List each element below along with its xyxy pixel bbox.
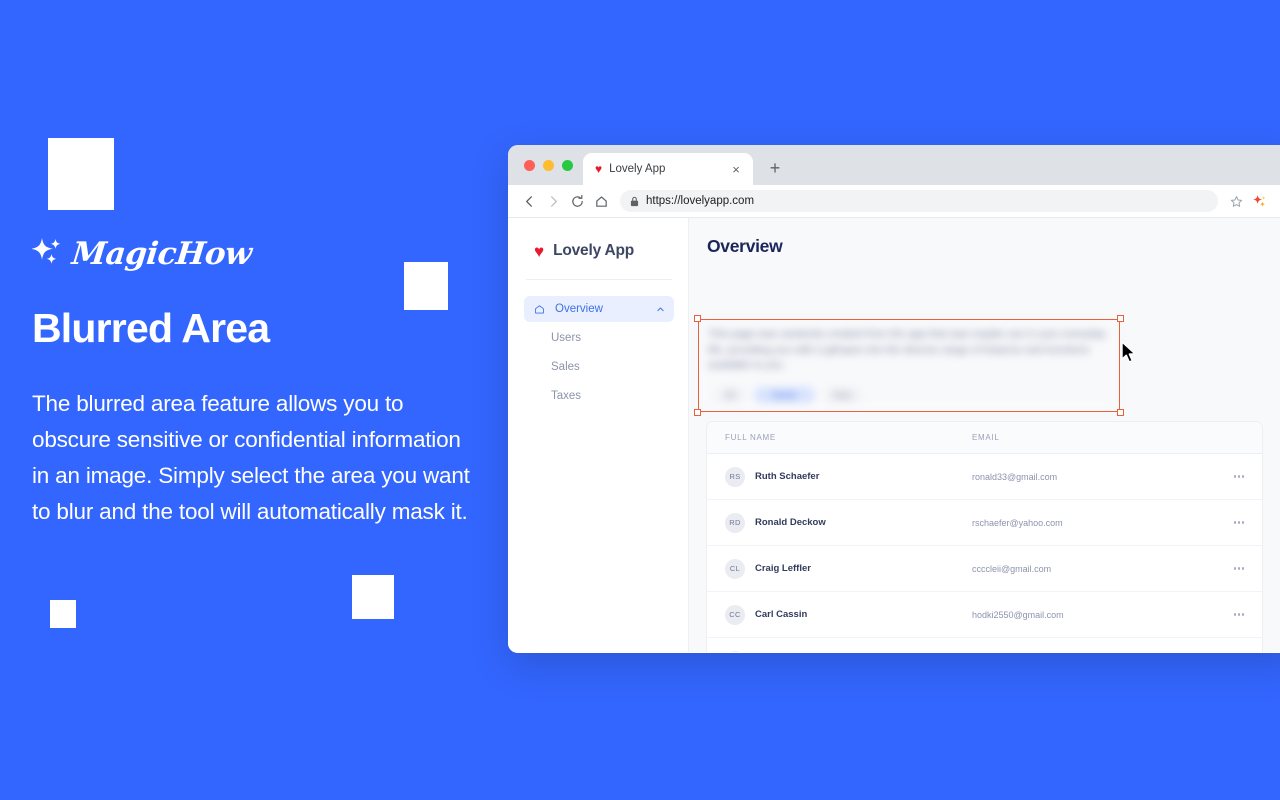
reload-icon[interactable]: [566, 190, 588, 212]
main-content: Overview This page was randomly created …: [689, 218, 1280, 652]
more-options-icon[interactable]: [1228, 613, 1244, 616]
users-table: FULL NAME EMAIL RS Ruth Schaefer ronald3…: [706, 421, 1263, 652]
column-header-full-name: FULL NAME: [725, 433, 776, 442]
cell-email: rschaefer@yahoo.com: [972, 517, 1063, 528]
column-header-email: EMAIL: [972, 433, 1000, 442]
sidebar-item-overview[interactable]: Overview: [524, 296, 674, 322]
table-header-row: FULL NAME EMAIL: [707, 422, 1262, 454]
user-name: Ruth Schaefer: [755, 471, 820, 482]
table-row[interactable]: EA Elvira Anderson andreson98@gmail.com: [707, 638, 1262, 652]
tab-close-icon[interactable]: ×: [728, 163, 744, 176]
sparkle-decoration-medium: [404, 262, 448, 310]
cell-email: hodki2550@gmail.com: [972, 609, 1064, 620]
magichow-logo: MagicHow: [31, 232, 254, 276]
sidebar-item-label: Users: [551, 332, 582, 344]
sidebar-divider: [526, 279, 672, 280]
sidebar-item-sales[interactable]: Sales: [524, 354, 674, 380]
sidebar-item-taxes[interactable]: Taxes: [524, 383, 674, 409]
sidebar-item-users[interactable]: Users: [524, 325, 674, 351]
avatar: CC: [725, 604, 745, 625]
user-name: Ronald Deckow: [755, 517, 826, 528]
more-options-icon[interactable]: [1228, 475, 1244, 478]
page-description: The blurred area feature allows you to o…: [32, 391, 470, 524]
window-minimize-button[interactable]: [543, 159, 554, 171]
three-dot-menu-icon[interactable]: [1272, 194, 1280, 208]
sparkle-decoration-tiny: [50, 600, 76, 628]
brand-wordmark: MagicHow: [70, 236, 254, 272]
page-title: Blurred Area: [32, 305, 270, 351]
chevron-up-icon[interactable]: [656, 305, 665, 314]
cell-full-name: RD Ronald Deckow: [725, 512, 972, 533]
address-bar-url: https://lovelyapp.com: [646, 195, 755, 207]
marketing-panel: MagicHow Blurred Area The blurred area f…: [0, 0, 508, 800]
cell-full-name: CL Craig Leffler: [725, 558, 972, 579]
app-brand-label: Lovely App: [553, 242, 635, 259]
avatar: RS: [725, 466, 745, 487]
lock-icon: [630, 196, 639, 207]
avatar: RD: [725, 512, 745, 533]
selection-handle-top-right[interactable]: [1117, 315, 1124, 322]
window-close-button[interactable]: [524, 159, 535, 171]
window-traffic-lights[interactable]: [520, 145, 583, 185]
selection-handle-bottom-left[interactable]: [694, 409, 701, 416]
blurred-area-selection[interactable]: This page was randomly created from the …: [694, 315, 1124, 416]
browser-tab-title: Lovely App: [609, 163, 666, 175]
avatar: EA: [725, 651, 745, 652]
more-options-icon[interactable]: [1228, 567, 1244, 570]
bookmark-star-icon[interactable]: [1226, 195, 1246, 208]
cell-email: ronald33@gmail.com: [972, 471, 1058, 482]
home-icon[interactable]: [590, 190, 612, 212]
cell-full-name: CC Carl Cassin: [725, 604, 972, 625]
browser-toolbar: https://lovelyapp.com: [508, 185, 1280, 218]
new-tab-button[interactable]: +: [761, 154, 789, 182]
browser-tab-lovely-app[interactable]: ♥ Lovely App ×: [583, 153, 753, 185]
cell-email: ccccleii@gmail.com: [972, 563, 1052, 574]
heart-favicon-icon: ♥: [595, 162, 603, 176]
app-brand: ♥ Lovely App: [534, 242, 674, 260]
table-row[interactable]: RD Ronald Deckow rschaefer@yahoo.com: [707, 500, 1262, 546]
sparkle-decoration-small-bottom: [352, 575, 394, 619]
more-options-icon[interactable]: [1228, 521, 1244, 524]
sparkle-decoration-large: [48, 138, 114, 210]
selection-handle-bottom-right[interactable]: [1117, 409, 1124, 416]
forward-arrow-icon[interactable]: [542, 190, 564, 212]
avatar: CL: [725, 558, 745, 579]
back-arrow-icon[interactable]: [518, 190, 540, 212]
sparkle-extension-icon[interactable]: [1248, 194, 1270, 209]
sparkle-icon: [31, 236, 66, 273]
sidebar-item-label: Overview: [555, 303, 603, 315]
sidebar-item-label: Taxes: [551, 390, 582, 402]
app-sidebar: ♥ Lovely App Overview Users Sales Taxes: [508, 218, 689, 652]
heart-logo-icon: ♥: [534, 241, 545, 261]
cell-full-name: EA Elvira Anderson: [725, 651, 972, 652]
app-viewport: ♥ Lovely App Overview Users Sales Taxes …: [508, 218, 1280, 652]
address-bar[interactable]: https://lovelyapp.com: [620, 190, 1218, 212]
browser-window: ♥ Lovely App × + https://lovelyapp.com ♥…: [508, 145, 1280, 653]
selection-handle-top-left[interactable]: [694, 315, 701, 322]
overview-heading: Overview: [707, 236, 783, 256]
table-row[interactable]: CC Carl Cassin hodki2550@gmail.com: [707, 592, 1262, 638]
sidebar-item-label: Sales: [551, 361, 580, 373]
table-row[interactable]: RS Ruth Schaefer ronald33@gmail.com: [707, 454, 1262, 500]
home-icon: [534, 304, 547, 315]
user-name: Craig Leffler: [755, 563, 811, 574]
window-maximize-button[interactable]: [562, 159, 573, 171]
browser-tab-strip: ♥ Lovely App × +: [508, 145, 1280, 185]
table-row[interactable]: CL Craig Leffler ccccleii@gmail.com: [707, 546, 1262, 592]
selection-border: [698, 319, 1120, 412]
cell-full-name: RS Ruth Schaefer: [725, 466, 972, 487]
user-name: Carl Cassin: [755, 609, 808, 620]
